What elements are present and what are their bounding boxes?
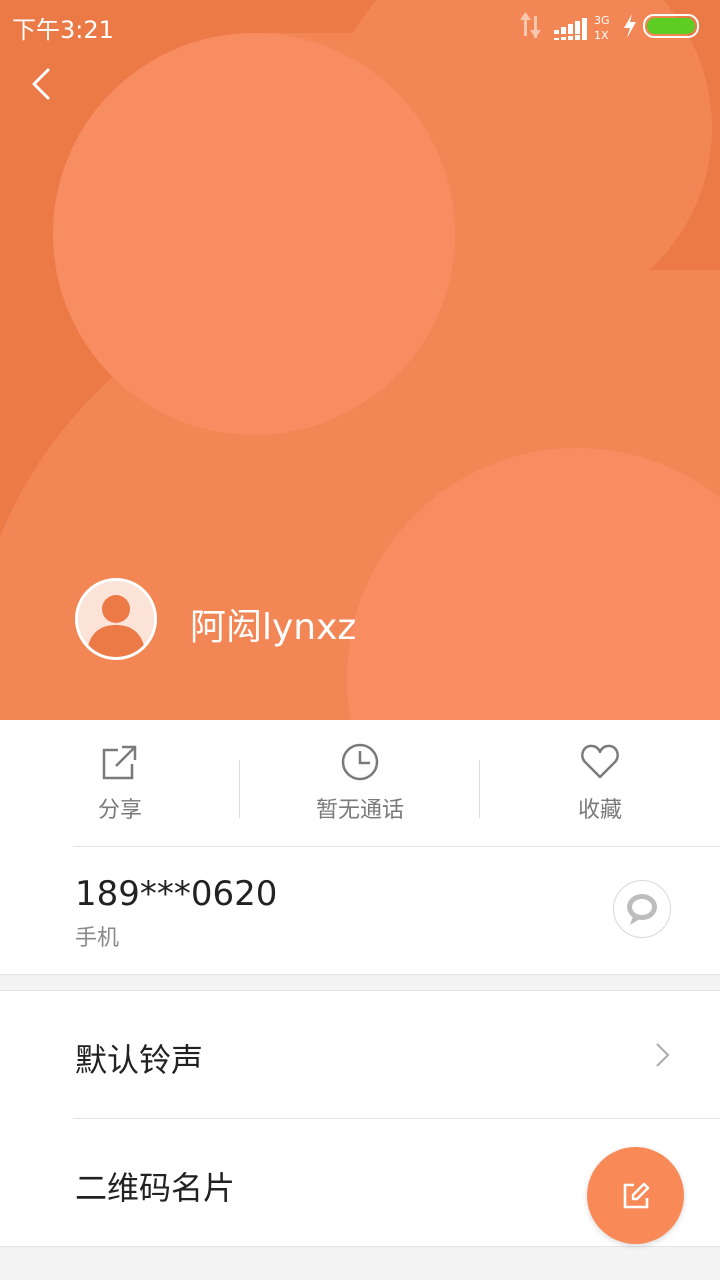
status-icons: 3G 1X <box>520 12 699 42</box>
chat-bubble-icon <box>627 894 657 925</box>
charging-icon <box>624 14 636 38</box>
contact-name: 阿闳lynxz <box>190 607 357 648</box>
action-divider <box>479 760 480 818</box>
avatar[interactable] <box>75 578 157 660</box>
call-history-button[interactable]: 暂无通话 <box>240 720 480 846</box>
phone-number: 189***0620 <box>75 874 278 914</box>
battery-icon <box>643 14 699 38</box>
action-bar: 分享 暂无通话 收藏 <box>0 720 720 846</box>
ringtone-label: 默认铃声 <box>75 1041 204 1079</box>
divider <box>73 846 720 847</box>
status-time: 下午3:21 <box>12 16 114 44</box>
favorite-label: 收藏 <box>577 798 622 823</box>
person-silhouette-icon <box>86 595 146 657</box>
qr-card-label: 二维码名片 <box>75 1169 236 1207</box>
phone-type: 手机 <box>75 926 120 951</box>
network-sub: 1X <box>594 29 609 42</box>
status-bar: 下午3:21 3G 1X <box>0 0 720 52</box>
chevron-right-icon <box>656 1043 670 1067</box>
share-label: 分享 <box>97 798 142 823</box>
data-transfer-icon <box>520 12 541 38</box>
network-type: 3G <box>594 14 610 27</box>
divider <box>0 1246 720 1247</box>
call-history-label: 暂无通话 <box>315 798 404 823</box>
phone-row[interactable]: 189***0620 手机 <box>0 846 720 974</box>
clock-icon <box>341 743 379 781</box>
action-divider <box>239 760 240 818</box>
share-button[interactable]: 分享 <box>0 720 240 846</box>
edit-icon <box>623 1182 650 1209</box>
chevron-left-icon <box>32 68 50 100</box>
favorite-button[interactable]: 收藏 <box>480 720 720 846</box>
message-button[interactable] <box>613 880 671 938</box>
ringtone-row[interactable]: 默认铃声 <box>0 991 720 1119</box>
share-icon <box>102 745 137 780</box>
back-button[interactable] <box>24 62 64 106</box>
signal-icon <box>554 18 587 40</box>
heart-icon <box>581 744 619 779</box>
divider <box>0 974 720 975</box>
edit-contact-button[interactable] <box>587 1147 684 1244</box>
contact-header: 下午3:21 3G 1X 阿闳lynxz <box>0 0 720 720</box>
